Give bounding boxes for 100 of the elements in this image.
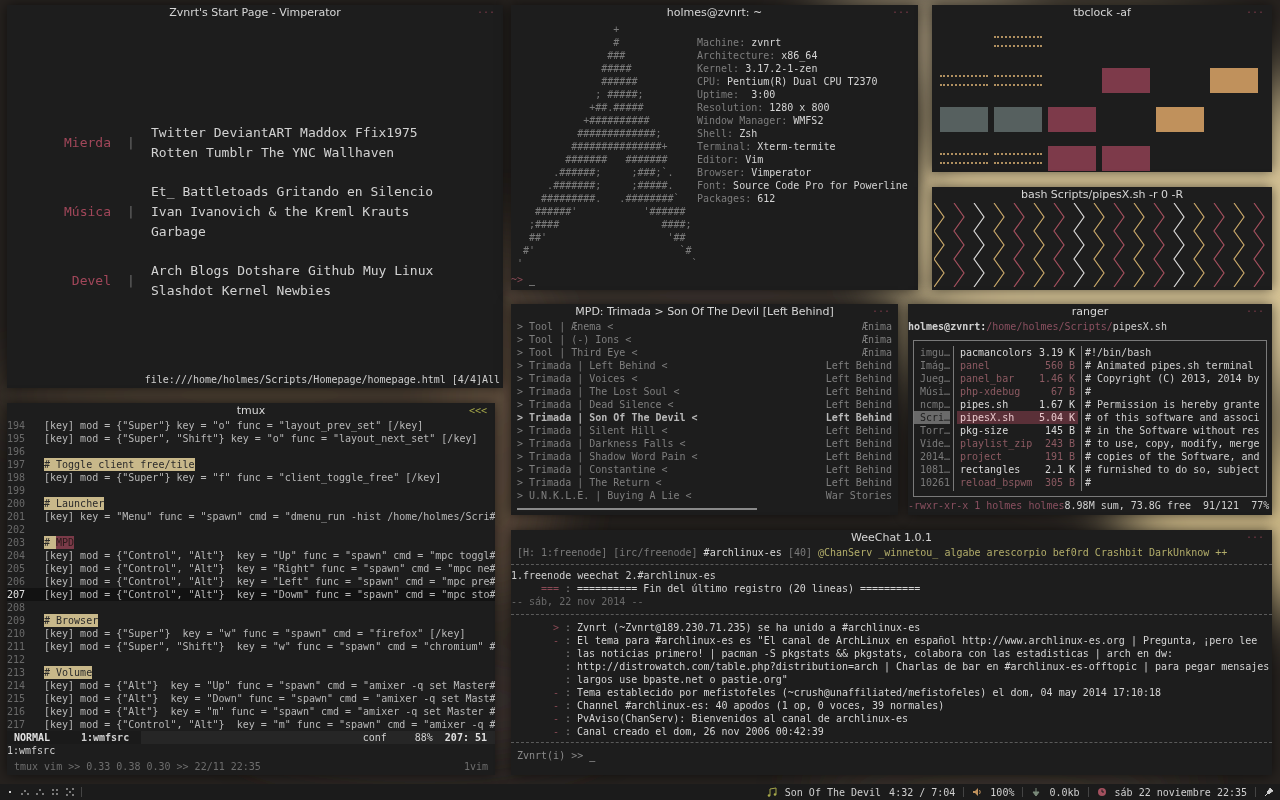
file-row[interactable]: project 191 B xyxy=(957,450,1078,463)
bookmark-link[interactable]: Muy Linux xyxy=(362,261,434,281)
playlist-row[interactable]: > Trimada | Voices < Left Behind xyxy=(517,372,892,385)
bookmark-link[interactable]: The YNC xyxy=(260,143,316,163)
parent-dir-item[interactable]: Imág… xyxy=(914,359,950,372)
message-text: Tema establecido por mefistofeles (~crush@unaffiliated/mefistofeles) el dom, 04 may 2014 17:10:18 xyxy=(577,686,1161,699)
ascii-art-line: .######; ;###;`. xyxy=(552,166,674,179)
file-row[interactable]: playlist_zip 243 B xyxy=(957,437,1078,450)
playlist-row[interactable]: > Tool | Ænema < Ænima xyxy=(517,320,892,333)
playlist-row[interactable]: > Trimada | Dead Silence < Left Behind xyxy=(517,398,892,411)
bookmark-link[interactable]: Arch Blogs xyxy=(151,261,230,281)
file-type: conf xyxy=(362,731,387,744)
file-row[interactable]: php-xdebug 67 B xyxy=(957,385,1078,398)
shell-prompt: ~> xyxy=(511,273,524,286)
playlist-row[interactable]: > Trimada | Silent Hill < Left Behind xyxy=(517,424,892,437)
comment-heading: # Browser xyxy=(44,614,99,627)
bookmark-link[interactable]: Ffix1975 xyxy=(355,123,418,143)
down-arrow-icon xyxy=(1031,787,1042,797)
parent-dir-item[interactable]: Scri… xyxy=(914,411,950,424)
file-row[interactable]: reload_bspwm 305 B xyxy=(957,476,1078,489)
bookmark-link[interactable]: Garbage xyxy=(151,222,206,242)
parent-dir-item[interactable]: imgu… xyxy=(914,346,950,359)
bookmark-link[interactable]: Tumblr xyxy=(205,143,253,163)
playlist-row[interactable]: > Trimada | Shadow Word Pain < Left Behind xyxy=(517,450,892,463)
bookmark-link[interactable]: Twitter xyxy=(151,123,206,143)
code-text: [key] mod = {"Alt"} key = "Up" func = "spawn" cmd = "amixer -q set Master# xyxy=(44,679,495,692)
comment-heading: # Volume xyxy=(44,666,93,679)
file-row[interactable]: pipes.sh 1.67 K xyxy=(957,398,1078,411)
parent-dir-item[interactable]: Músi… xyxy=(914,385,950,398)
bookmark-link[interactable]: Maddox xyxy=(300,123,348,143)
file-row[interactable]: pipesX.sh 5.04 K xyxy=(957,411,1078,424)
preview-line: #!/bin/bash xyxy=(1085,346,1153,359)
parent-dir-item[interactable]: Vide… xyxy=(914,437,950,450)
bookmark-link[interactable]: Slashdot xyxy=(151,281,214,301)
bookmark-link[interactable]: Rotten xyxy=(151,143,198,163)
pin-icon[interactable] xyxy=(1264,787,1274,797)
bookmark-link[interactable]: Kernel Newbies xyxy=(221,281,332,301)
bookmark-link[interactable]: Github xyxy=(307,261,355,281)
bookmark-link[interactable]: Wallhaven xyxy=(323,143,395,163)
playlist-row[interactable]: > Trimada | The Return < Left Behind xyxy=(517,476,892,489)
playlist-row[interactable]: > Trimada | Son Of The Devil < Left Behind xyxy=(517,411,892,424)
ascii-art-line: ' ` xyxy=(516,257,698,270)
playlist-row[interactable]: > Trimada | The Lost Soul < Left Behind xyxy=(517,385,892,398)
message-prefix: - xyxy=(552,699,559,712)
info-value: Pentium(R) Dual CPU T2370 xyxy=(727,75,878,88)
playlist-row[interactable]: > Tool | Third Eye < Ænima xyxy=(517,346,892,359)
window-title: ranger xyxy=(1071,304,1109,320)
bookmark-link[interactable]: Ivan Ivanovich & the Kreml Krauts xyxy=(151,202,410,222)
preview-line: # copies of the Software, and xyxy=(1085,450,1261,463)
parent-dir-item[interactable]: ncmp… xyxy=(914,398,950,411)
info-label: CPU: xyxy=(697,75,722,88)
speaker-icon[interactable] xyxy=(972,787,983,797)
bookmark-link[interactable]: Et_ xyxy=(151,182,175,202)
window-title: tmux xyxy=(236,403,266,419)
parent-dir-item[interactable]: 10261 xyxy=(914,476,950,489)
playlist-row[interactable]: > U.N.K.L.E. | Buying A Lie < War Stories xyxy=(517,489,892,502)
bookmark-link[interactable]: Gritando en Silencio xyxy=(276,182,434,202)
file-row[interactable]: rectangles 2.1 K xyxy=(957,463,1078,476)
line-number: 203 xyxy=(7,536,27,549)
info-value: Vim xyxy=(745,153,764,166)
playlist-row[interactable]: > Tool | (-) Ions < Ænima xyxy=(517,333,892,346)
info-value: 3.17.2-1-zen xyxy=(745,62,818,75)
message-separator: : xyxy=(565,725,573,738)
cursor: _ xyxy=(529,273,536,286)
ascii-art-line: +##.##### xyxy=(588,101,644,114)
directory-path: /home/holmes/Scripts/ xyxy=(986,320,1113,333)
message-separator: : xyxy=(565,582,573,595)
bookmark-link[interactable]: DeviantART xyxy=(213,123,293,143)
playlist-row[interactable]: > Trimada | Constantine < Left Behind xyxy=(517,463,892,476)
line-number: 198 xyxy=(7,471,27,484)
input-field[interactable]: _ xyxy=(589,749,596,762)
file-row[interactable]: panel_bar 1.46 K xyxy=(957,372,1078,385)
line-number: 208 xyxy=(7,601,27,614)
tmux-window-tab[interactable]: 1vim xyxy=(463,760,488,773)
playlist-row[interactable]: > Trimada | Darkness Falls < Left Behind xyxy=(517,437,892,450)
info-value: 612 xyxy=(757,192,776,205)
ascii-art-line: + xyxy=(612,23,620,36)
ascii-art-line: .#######; ;#####. xyxy=(546,179,674,192)
preview-line: # xyxy=(1085,385,1093,398)
file-row[interactable]: pkg-size 145 B xyxy=(957,424,1078,437)
buffer-list[interactable]: 1.freenode weechat 2.#archlinux-es xyxy=(511,569,716,582)
parent-dir-item[interactable]: Jueg… xyxy=(914,372,950,385)
parent-dir-item[interactable]: 2014… xyxy=(914,450,950,463)
code-text: [key] mod = {"Super"} key = "o" func = "layout_prev_set" [/key] xyxy=(44,419,424,432)
file-row[interactable]: pacmancolors 3.19 K xyxy=(957,346,1078,359)
parent-dir-item[interactable]: 1081… xyxy=(914,463,950,476)
message-text: las noticias primero! | pacman -S pkgstats && pkgstats, colabora con las estadisticas | arch en dw: xyxy=(577,647,1174,660)
info-label: Kernel: xyxy=(697,62,740,75)
window-title: Zvnrt's Start Page - Vimperator xyxy=(169,5,341,21)
bookmark-link[interactable]: Dotshare xyxy=(237,261,300,281)
file-row[interactable]: panel 560 B xyxy=(957,359,1078,372)
code-text: [key] mod = {"Super", "Shift"} key = "o" func = "layout_next_set" [/key] xyxy=(44,432,478,445)
parent-dir-item[interactable]: Torr… xyxy=(914,424,950,437)
message-prefix: - xyxy=(552,725,559,738)
line-number: 216 xyxy=(7,705,27,718)
line-number: 211 xyxy=(7,640,27,653)
window-menu-button[interactable]: <<< xyxy=(468,403,487,418)
host-label: holmes@zvnrt: xyxy=(908,320,987,333)
bookmark-link[interactable]: Battletoads xyxy=(182,182,269,202)
playlist-row[interactable]: > Trimada | Left Behind < Left Behind xyxy=(517,359,892,372)
